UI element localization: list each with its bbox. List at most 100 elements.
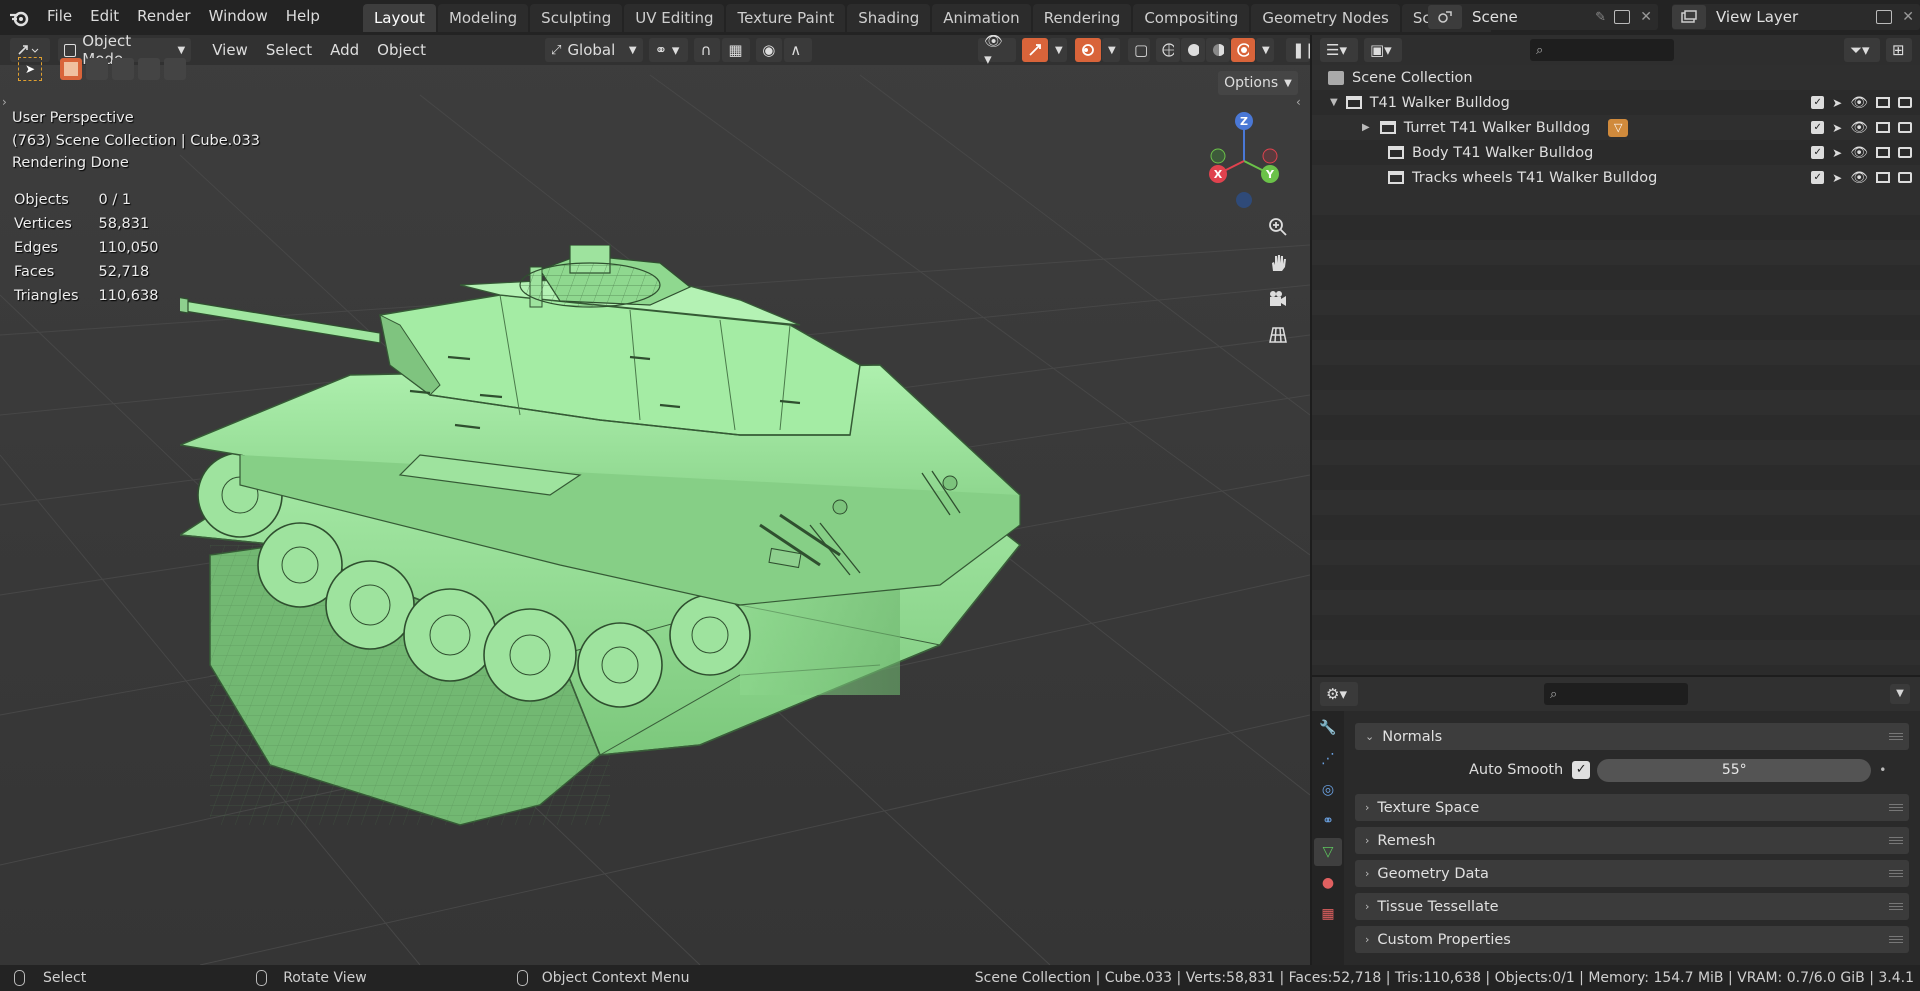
- auto-smooth-angle-field[interactable]: 55°: [1597, 758, 1872, 782]
- viewport-monitor-icon[interactable]: [1876, 172, 1890, 183]
- outliner-item-scene-collection[interactable]: Scene Collection: [1312, 65, 1920, 90]
- shading-wireframe-button[interactable]: [1156, 38, 1180, 62]
- panel-remesh[interactable]: › Remesh: [1355, 827, 1909, 854]
- eye-icon[interactable]: 👁: [1850, 145, 1868, 161]
- blender-logo-icon[interactable]: [0, 0, 38, 35]
- new-collection-button[interactable]: ⊞: [1886, 38, 1912, 62]
- delete-scene-icon[interactable]: ✕: [1640, 9, 1652, 25]
- tab-geometry-nodes[interactable]: Geometry Nodes: [1251, 4, 1400, 32]
- menu-window[interactable]: Window: [200, 0, 277, 35]
- menu-file[interactable]: File: [38, 0, 81, 35]
- overlay-toggle[interactable]: [1075, 38, 1101, 62]
- select-new-icon[interactable]: [60, 58, 82, 80]
- tab-rendering[interactable]: Rendering: [1032, 4, 1132, 32]
- exclude-checkbox[interactable]: ✓: [1811, 146, 1825, 159]
- visibility-dropdown[interactable]: 👁 ▾: [978, 35, 1016, 68]
- eye-icon[interactable]: 👁: [1850, 170, 1868, 186]
- shading-material-button[interactable]: [1206, 38, 1230, 62]
- outliner-item-child[interactable]: ▶ Turret T41 Walker Bulldog ▽ ✓ ➤ 👁: [1312, 115, 1920, 140]
- exclude-checkbox[interactable]: ✓: [1811, 96, 1825, 109]
- options-dropdown[interactable]: Options ▼: [1218, 71, 1298, 95]
- tank-mesh-model[interactable]: [180, 245, 1260, 925]
- menu-help[interactable]: Help: [277, 0, 329, 35]
- tab-uv-editing[interactable]: UV Editing: [624, 4, 725, 32]
- view-layer-selector[interactable]: View Layer ✕: [1672, 4, 1920, 30]
- gizmo-dropdown[interactable]: ▼: [1049, 38, 1067, 62]
- snap-element-dropdown[interactable]: ▦: [722, 38, 751, 62]
- eye-icon[interactable]: 👁: [1850, 120, 1868, 136]
- exclude-checkbox[interactable]: ✓: [1811, 121, 1825, 134]
- particles-icon[interactable]: ⋰: [1314, 745, 1342, 773]
- mesh-data-icon[interactable]: ▽: [1314, 838, 1342, 866]
- menu-select[interactable]: Select: [257, 41, 321, 59]
- drag-grip-icon[interactable]: [1889, 869, 1903, 878]
- tab-texture-paint[interactable]: Texture Paint: [726, 4, 846, 32]
- selectable-arrow-icon[interactable]: ➤: [1832, 171, 1842, 185]
- 3d-viewport[interactable]: Object Mode ▼ View Select Add Object ⤢ G…: [0, 35, 1310, 965]
- overlay-dropdown[interactable]: ▼: [1102, 38, 1120, 62]
- drag-grip-icon[interactable]: [1889, 935, 1903, 944]
- outliner-search-input[interactable]: ⌕: [1530, 39, 1674, 61]
- outliner-editor-type-button[interactable]: ☰▾: [1320, 38, 1358, 62]
- drag-grip-icon[interactable]: [1889, 902, 1903, 911]
- mesh-data-icon[interactable]: ▽: [1608, 118, 1629, 137]
- collapse-sidebar-icon[interactable]: ‹: [1296, 95, 1301, 109]
- tab-shading[interactable]: Shading: [847, 4, 931, 32]
- viewport-monitor-icon[interactable]: [1876, 97, 1890, 108]
- shading-dropdown[interactable]: ▼: [1256, 38, 1274, 62]
- tab-compositing[interactable]: Compositing: [1133, 4, 1250, 32]
- panel-normals[interactable]: ⌄ Normals: [1355, 723, 1909, 750]
- tab-sculpting[interactable]: Sculpting: [530, 4, 623, 32]
- expand-down-icon[interactable]: ▼: [1330, 97, 1338, 108]
- select-tool-icon[interactable]: ➤: [18, 57, 42, 81]
- viewport-monitor-icon[interactable]: [1876, 122, 1890, 133]
- auto-smooth-checkbox[interactable]: ✓: [1572, 761, 1591, 779]
- pivot-dropdown[interactable]: ⚭ ▾: [648, 38, 689, 62]
- perspective-toggle-icon[interactable]: [1264, 321, 1292, 349]
- scene-selector[interactable]: Scene ✎ ✕: [1428, 4, 1658, 30]
- navigation-gizmo[interactable]: Z Y X: [1204, 109, 1284, 209]
- proportional-edit-toggle[interactable]: ◉: [756, 38, 783, 62]
- pause-render-button[interactable]: ❚❚: [1286, 38, 1310, 62]
- menu-edit[interactable]: Edit: [81, 0, 128, 35]
- render-camera-icon[interactable]: [1898, 172, 1912, 183]
- viewport-monitor-icon[interactable]: [1876, 147, 1890, 158]
- selectable-arrow-icon[interactable]: ➤: [1832, 121, 1842, 135]
- physics-icon[interactable]: ◎: [1314, 776, 1342, 804]
- chevron-down-icon[interactable]: ▼: [1890, 684, 1910, 704]
- texture-checker-icon[interactable]: ▦: [1314, 900, 1342, 928]
- material-icon[interactable]: ●: [1314, 869, 1342, 897]
- drag-grip-icon[interactable]: [1889, 732, 1903, 741]
- tab-layout[interactable]: Layout: [362, 4, 436, 32]
- drag-grip-icon[interactable]: [1889, 803, 1903, 812]
- zoom-icon[interactable]: [1264, 213, 1292, 241]
- expand-toolbar-icon[interactable]: ›: [2, 95, 7, 109]
- gizmo-toggle[interactable]: [1022, 38, 1048, 62]
- render-camera-icon[interactable]: [1898, 122, 1912, 133]
- drag-grip-icon[interactable]: [1889, 836, 1903, 845]
- selectable-arrow-icon[interactable]: ➤: [1832, 146, 1842, 160]
- properties-editor-type-button[interactable]: ⚙▾: [1320, 682, 1358, 706]
- menu-add[interactable]: Add: [321, 41, 368, 59]
- properties-search-input[interactable]: ⌕: [1544, 683, 1688, 705]
- falloff-dropdown[interactable]: ∧: [784, 38, 813, 62]
- scene-name[interactable]: Scene: [1472, 8, 1518, 26]
- panel-texture-space[interactable]: › Texture Space: [1355, 794, 1909, 821]
- pin-icon[interactable]: ✎: [1595, 10, 1606, 25]
- camera-view-icon[interactable]: [1264, 285, 1292, 313]
- outliner-item-child[interactable]: Body T41 Walker Bulldog ✓ ➤ 👁: [1312, 140, 1920, 165]
- select-extend-icon[interactable]: [86, 58, 108, 80]
- orientation-dropdown[interactable]: ⤢ Global ▼: [545, 38, 643, 62]
- filter-dropdown[interactable]: ⏷▾: [1844, 38, 1880, 62]
- shading-rendered-button[interactable]: [1231, 38, 1255, 62]
- selectable-arrow-icon[interactable]: ➤: [1832, 96, 1842, 110]
- snap-toggle[interactable]: ∩: [694, 38, 721, 62]
- select-intersect-icon[interactable]: [164, 58, 186, 80]
- render-camera-icon[interactable]: [1898, 147, 1912, 158]
- render-camera-icon[interactable]: [1898, 97, 1912, 108]
- expand-right-icon[interactable]: ▶: [1362, 122, 1370, 133]
- shading-solid-button[interactable]: [1181, 38, 1205, 62]
- pan-hand-icon[interactable]: [1264, 249, 1292, 277]
- delete-view-layer-icon[interactable]: ✕: [1902, 9, 1914, 25]
- new-view-layer-icon[interactable]: [1876, 10, 1892, 24]
